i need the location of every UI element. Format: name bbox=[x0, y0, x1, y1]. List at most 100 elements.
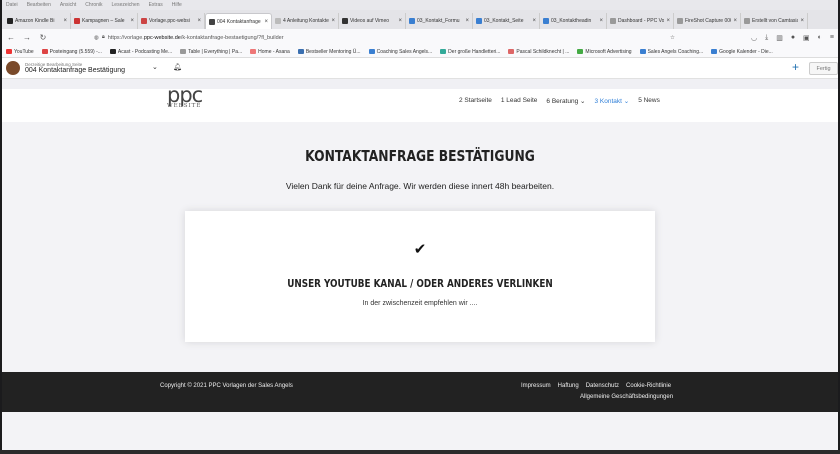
browser-tab[interactable]: 03_Kontaktheadin × bbox=[540, 13, 607, 29]
bookmark-item[interactable]: Table | Everything | Pa... bbox=[180, 49, 242, 55]
bell-icon[interactable]: 🔔︎ bbox=[173, 63, 182, 71]
browser-tab[interactable]: Erstellt von Camtasia 2 × bbox=[741, 13, 808, 29]
forward-icon[interactable]: → bbox=[22, 33, 32, 42]
lock-icon[interactable]: 🔒︎ bbox=[102, 34, 105, 41]
main-nav: 2 Startseite 1 Lead Seite 6 Beratung ⌄ 3 Ko… bbox=[459, 97, 660, 105]
navigation-toolbar: ← → ↻ ◍ 🔒︎ https://vorlage.ppc-website.d… bbox=[2, 29, 838, 46]
extension-icon[interactable]: ● bbox=[791, 34, 795, 42]
done-button[interactable]: Fertig bbox=[809, 62, 838, 75]
nav-item[interactable]: 3 Kontakt ⌄ bbox=[594, 97, 629, 105]
tab-label: Amazon Kindle Bi bbox=[15, 18, 55, 24]
page-heading: KONTAKTANFRAGE BESTÄTIGUNG bbox=[305, 147, 535, 165]
close-icon[interactable]: × bbox=[532, 18, 536, 24]
menu-icon[interactable]: ≡ bbox=[830, 34, 834, 42]
browser-tab[interactable]: Vorlage.ppc-websi × bbox=[138, 13, 205, 29]
library-icon[interactable]: ▥ bbox=[776, 34, 783, 42]
bookmark-item[interactable]: Google Kalender - Die... bbox=[711, 49, 773, 55]
tab-favicon-icon bbox=[677, 18, 683, 24]
browser-tab[interactable]: Dashboard - PPC Vorl × bbox=[607, 13, 674, 29]
tab-label: 03_Kontakt_Seite bbox=[484, 18, 524, 24]
download-icon[interactable]: ⤓ bbox=[765, 34, 768, 42]
bookmark-item[interactable]: Bestseller Mentoring Ü... bbox=[297, 49, 361, 55]
close-icon[interactable]: × bbox=[398, 18, 402, 24]
menu-chronik[interactable]: Chronik bbox=[85, 2, 102, 8]
logo-subtext: WEBSITE bbox=[167, 103, 202, 109]
tab-label: Dashboard - PPC Vorl bbox=[618, 18, 665, 24]
address-bar[interactable]: ◍ 🔒︎ https://vorlage.ppc-website.de/k-ko… bbox=[94, 31, 675, 44]
bookmark-label: Google Kalender - Die... bbox=[719, 48, 773, 55]
close-icon[interactable]: × bbox=[733, 18, 737, 24]
bookmark-favicon-icon bbox=[109, 49, 116, 54]
browser-tab[interactable]: Videos auf Vimeo × bbox=[339, 13, 406, 29]
bookmark-star-icon[interactable]: ☆ bbox=[670, 35, 675, 41]
chevron-down-icon[interactable]: ⌄ bbox=[152, 63, 158, 71]
menu-extras[interactable]: Extras bbox=[149, 2, 163, 8]
tab-label: 03_Kontaktheadin bbox=[551, 18, 592, 24]
page-canvas: ppc WEBSITE 2 Startseite 1 Lead Seite 6 Be… bbox=[2, 85, 838, 450]
nav-item[interactable]: 2 Startseite bbox=[459, 97, 492, 105]
avatar[interactable] bbox=[6, 61, 20, 75]
bookmark-item[interactable]: YouTube bbox=[6, 49, 34, 55]
close-icon[interactable]: × bbox=[63, 18, 67, 24]
menu-datei[interactable]: Datei bbox=[6, 2, 18, 8]
close-icon[interactable]: × bbox=[331, 18, 335, 24]
tab-favicon-icon bbox=[610, 18, 616, 24]
nav-item[interactable]: 5 News bbox=[638, 97, 660, 105]
nav-item[interactable]: 1 Lead Seite bbox=[501, 97, 538, 105]
bookmark-item[interactable]: Home - Asana bbox=[250, 49, 290, 55]
reload-icon[interactable]: ↻ bbox=[38, 33, 48, 42]
bookmark-favicon-icon bbox=[440, 49, 447, 54]
browser-tab[interactable]: 004 Kontaktanfrage Be× bbox=[205, 13, 272, 29]
nav-item[interactable]: 6 Beratung ⌄ bbox=[546, 97, 585, 105]
menu-hilfe[interactable]: Hilfe bbox=[172, 2, 182, 8]
pocket-icon[interactable]: ◡ bbox=[751, 34, 757, 42]
tab-label: 4 Anleitung Kontakte bbox=[283, 18, 329, 24]
close-icon[interactable]: × bbox=[666, 18, 670, 24]
browser-tab[interactable]: 03_Kontakt_Formu × bbox=[406, 13, 473, 29]
bookmark-label: Der große Handletteri... bbox=[448, 48, 501, 55]
close-icon[interactable]: × bbox=[130, 18, 134, 24]
account-icon[interactable]: ◐ bbox=[818, 34, 822, 42]
close-icon[interactable]: × bbox=[599, 18, 603, 24]
add-icon[interactable]: + bbox=[792, 60, 799, 74]
menu-lesezeichen[interactable]: Lesezeichen bbox=[112, 2, 140, 8]
browser-tab[interactable]: 4 Anleitung Kontakte × bbox=[272, 13, 339, 29]
browser-tab[interactable]: 03_Kontakt_Seite × bbox=[473, 13, 540, 29]
bookmark-item[interactable]: Sales Angels Coaching... bbox=[639, 49, 703, 55]
bookmark-item[interactable]: Microsoft Advertising bbox=[577, 48, 632, 55]
footer-link-datenschutz[interactable]: Datenschutz bbox=[586, 383, 619, 389]
bookmark-item[interactable]: Pascal Schildknecht | ... bbox=[508, 49, 569, 55]
bookmark-item[interactable]: Der große Handletteri... bbox=[440, 49, 500, 55]
bookmark-label: Microsoft Advertising bbox=[585, 48, 632, 55]
tab-favicon-icon bbox=[543, 18, 549, 24]
site-logo[interactable]: ppc WEBSITE bbox=[167, 85, 203, 110]
bookmark-item[interactable]: Coaching Sales Angels... bbox=[368, 49, 432, 55]
footer-link-agb[interactable]: Allgemeine Geschäftsbedingungen bbox=[580, 394, 673, 400]
close-icon[interactable]: × bbox=[465, 18, 469, 24]
tab-favicon-icon bbox=[141, 18, 147, 24]
menu-ansicht[interactable]: Ansicht bbox=[60, 2, 76, 8]
card-heading: UNSER YOUTUBE KANAL / ODER ANDERES VERLI… bbox=[287, 277, 553, 290]
browser-tab[interactable]: Kampagnen – Sale × bbox=[71, 13, 138, 29]
screenshot-icon[interactable]: ▣ bbox=[803, 34, 810, 42]
close-icon[interactable]: × bbox=[264, 19, 268, 25]
back-icon[interactable]: ← bbox=[6, 33, 16, 42]
tab-favicon-icon bbox=[744, 18, 750, 24]
menu-bearbeiten[interactable]: Bearbeiten bbox=[27, 2, 51, 8]
bookmark-item[interactable]: Posteingang (5.559) -... bbox=[41, 49, 102, 55]
tab-label: Videos auf Vimeo bbox=[350, 18, 390, 24]
footer-link-cookie[interactable]: Cookie-Richtlinie bbox=[626, 383, 671, 389]
bookmark-item[interactable]: Acast - Podcasting Me... bbox=[109, 49, 172, 55]
close-icon[interactable]: × bbox=[197, 18, 201, 24]
close-icon[interactable]: × bbox=[800, 18, 804, 24]
browser-tab[interactable]: FireShot Capture 006 × bbox=[674, 13, 741, 29]
bookmark-favicon-icon bbox=[297, 49, 304, 54]
bookmark-favicon-icon bbox=[41, 49, 48, 54]
bookmark-favicon-icon bbox=[6, 49, 12, 54]
browser-tab[interactable]: Amazon Kindle Bi × bbox=[4, 13, 71, 29]
tab-favicon-icon bbox=[342, 18, 348, 24]
footer-link-haftung[interactable]: Haftung bbox=[558, 383, 579, 389]
taskbar-strip bbox=[0, 450, 840, 454]
shield-icon[interactable]: ◍ bbox=[94, 35, 99, 41]
footer-link-impressum[interactable]: Impressum bbox=[521, 383, 551, 389]
